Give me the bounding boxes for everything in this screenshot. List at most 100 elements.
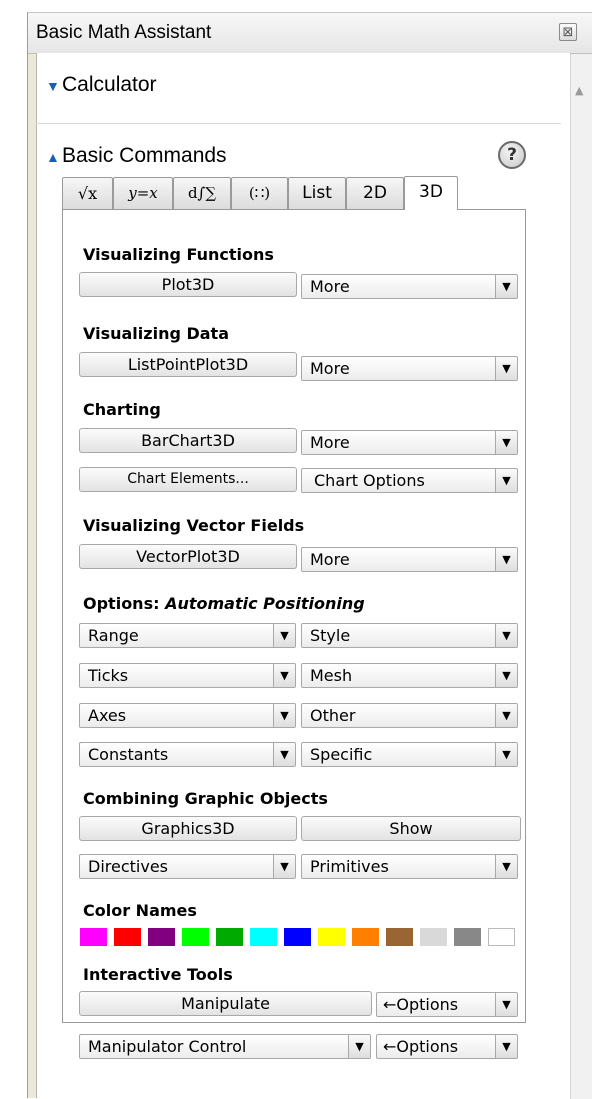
dropdown-arrow-icon: ▼: [273, 704, 295, 727]
dropdown-label: Range: [88, 626, 139, 645]
combining-heading: Combining Graphic Objects: [83, 789, 328, 808]
dropdown-arrow-icon: ▼: [273, 664, 295, 687]
tab-list[interactable]: List: [288, 177, 346, 209]
tab-2d[interactable]: 2D: [346, 177, 404, 209]
dropdown-label: More: [310, 433, 350, 452]
close-icon[interactable]: ⊠: [559, 23, 577, 41]
tab-sqrt[interactable]: √x: [62, 177, 113, 209]
visualizing-functions-more-dropdown[interactable]: More ▼: [301, 274, 518, 299]
mesh-dropdown[interactable]: Mesh ▼: [301, 663, 518, 688]
tab-list-label: List: [302, 183, 332, 203]
color-names-heading: Color Names: [83, 901, 197, 920]
barchart3d-button[interactable]: BarChart3D: [79, 428, 297, 453]
dropdown-label: Ticks: [88, 666, 129, 685]
title-bar[interactable]: Basic Math Assistant ⊠: [28, 13, 592, 54]
scroll-up-icon[interactable]: ▲: [575, 84, 583, 97]
chart-elements-button[interactable]: Chart Elements...: [79, 467, 297, 492]
dropdown-arrow-icon: ▼: [495, 664, 517, 687]
tab-3d[interactable]: 3D: [404, 176, 458, 210]
range-dropdown[interactable]: Range ▼: [79, 623, 296, 648]
dropdown-label: Style: [310, 626, 351, 645]
calculator-section-header[interactable]: ▼ Calculator: [46, 73, 157, 97]
tab-equation[interactable]: y=x: [113, 177, 173, 209]
charting-heading: Charting: [83, 400, 161, 419]
tab-sqrt-label: √x: [77, 184, 98, 203]
color-swatch[interactable]: [318, 928, 345, 946]
chevron-up-icon: ▲: [46, 149, 60, 165]
color-swatch[interactable]: [80, 928, 107, 946]
visualizing-data-heading: Visualizing Data: [83, 324, 229, 343]
color-swatch[interactable]: [148, 928, 175, 946]
dropdown-arrow-icon: ▼: [495, 993, 517, 1016]
manipulator-control-dropdown[interactable]: Manipulator Control ▼: [79, 1034, 371, 1059]
dropdown-label: Primitives: [310, 857, 389, 876]
color-swatch[interactable]: [284, 928, 311, 946]
dropdown-label: Directives: [88, 857, 168, 876]
specific-dropdown[interactable]: Specific ▼: [301, 742, 518, 767]
listpointplot3d-button[interactable]: ListPointPlot3D: [79, 352, 297, 377]
directives-dropdown[interactable]: Directives ▼: [79, 854, 296, 879]
chart-options-dropdown[interactable]: Chart Options ▼: [301, 468, 518, 493]
basic-commands-label: Basic Commands: [62, 144, 227, 167]
tab-matrix-label: (∷): [248, 184, 271, 202]
color-swatch[interactable]: [250, 928, 277, 946]
manipulate-button[interactable]: Manipulate: [79, 991, 372, 1016]
dropdown-label: ←Options: [383, 1037, 459, 1056]
graphics3d-button[interactable]: Graphics3D: [79, 816, 297, 841]
dropdown-arrow-icon: ▼: [495, 855, 517, 878]
options-title-prefix: Options:: [83, 594, 166, 613]
tab-equation-label: y=x: [128, 184, 158, 202]
color-swatch[interactable]: [420, 928, 447, 946]
dropdown-arrow-icon: ▼: [273, 855, 295, 878]
color-swatch[interactable]: [488, 928, 515, 946]
axes-dropdown[interactable]: Axes ▼: [79, 703, 296, 728]
dropdown-label: Specific: [310, 745, 373, 764]
vector-fields-heading: Visualizing Vector Fields: [83, 516, 305, 535]
tab-calculus-label: d∫∑: [187, 184, 217, 202]
dropdown-label: More: [310, 359, 350, 378]
tab-matrix[interactable]: (∷): [231, 177, 288, 209]
manipulate-options-dropdown[interactable]: ←Options ▼: [376, 992, 518, 1017]
dropdown-label: Axes: [88, 706, 127, 725]
dropdown-label: Mesh: [310, 666, 353, 685]
dropdown-arrow-icon: ▼: [495, 624, 517, 647]
ticks-dropdown[interactable]: Ticks ▼: [79, 663, 296, 688]
dropdown-arrow-icon: ▼: [495, 1035, 517, 1058]
interactive-tools-heading: Interactive Tools: [83, 965, 233, 984]
other-dropdown[interactable]: Other ▼: [301, 703, 518, 728]
dropdown-arrow-icon: ▼: [495, 704, 517, 727]
visualizing-functions-heading: Visualizing Functions: [83, 245, 274, 264]
dropdown-label: Manipulator Control: [88, 1037, 247, 1056]
plot3d-button[interactable]: Plot3D: [79, 272, 297, 297]
dropdown-label: Other: [310, 706, 356, 725]
options-title-italic: Automatic Positioning: [165, 594, 365, 613]
dropdown-label: ←Options: [383, 995, 459, 1014]
tab-calculus[interactable]: d∫∑: [173, 177, 231, 209]
vector-fields-more-dropdown[interactable]: More ▼: [301, 547, 518, 572]
color-swatch[interactable]: [386, 928, 413, 946]
constants-dropdown[interactable]: Constants ▼: [79, 742, 296, 767]
visualizing-data-more-dropdown[interactable]: More ▼: [301, 356, 518, 381]
chevron-down-icon: ▼: [46, 78, 60, 94]
charting-more-dropdown[interactable]: More ▼: [301, 430, 518, 455]
divider: [36, 123, 561, 124]
style-dropdown[interactable]: Style ▼: [301, 623, 518, 648]
show-button[interactable]: Show: [301, 816, 521, 841]
help-icon[interactable]: ?: [498, 141, 526, 169]
color-swatch[interactable]: [182, 928, 209, 946]
color-swatch[interactable]: [114, 928, 141, 946]
dropdown-label: Chart Options: [314, 471, 425, 490]
dropdown-arrow-icon: ▼: [495, 469, 517, 492]
primitives-dropdown[interactable]: Primitives ▼: [301, 854, 518, 879]
calculator-label: Calculator: [62, 73, 157, 96]
color-swatch[interactable]: [352, 928, 379, 946]
dropdown-label: More: [310, 277, 350, 296]
color-swatch[interactable]: [454, 928, 481, 946]
scrollbar[interactable]: ▲: [570, 54, 592, 1099]
dropdown-label: More: [310, 550, 350, 569]
color-swatch[interactable]: [216, 928, 243, 946]
manipulator-options-dropdown[interactable]: ←Options ▼: [376, 1034, 518, 1059]
basic-commands-section-header[interactable]: ▲ Basic Commands: [46, 144, 227, 168]
dropdown-arrow-icon: ▼: [495, 431, 517, 454]
vectorplot3d-button[interactable]: VectorPlot3D: [79, 544, 297, 569]
